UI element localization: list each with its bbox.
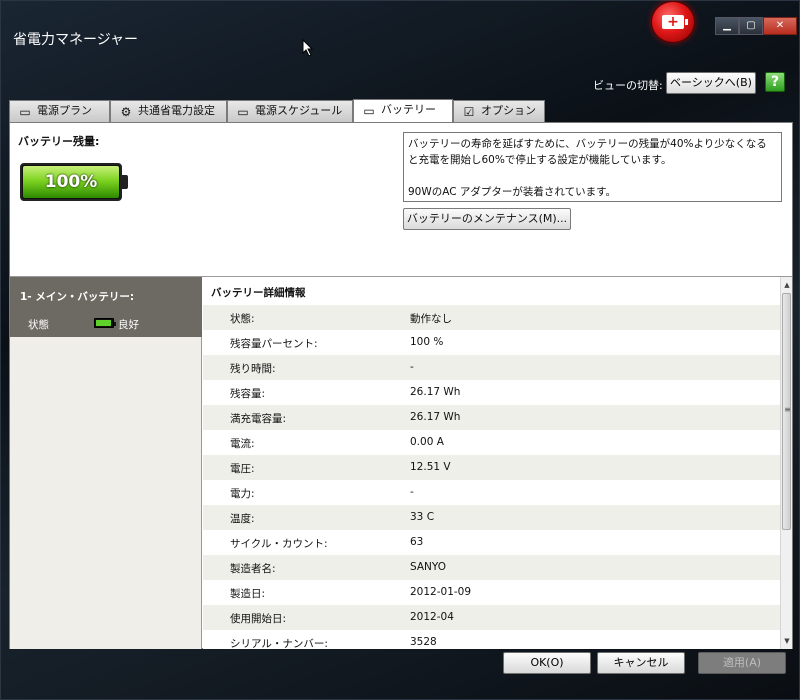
- details-row: 残容量パーセント: 100 %: [203, 330, 780, 355]
- mouse-cursor-icon: [302, 39, 314, 57]
- tab-battery[interactable]: ▭ バッテリー: [353, 99, 453, 122]
- power-plan-icon: ▭: [19, 105, 31, 119]
- battery-maintenance-button[interactable]: バッテリーのメンテナンス(M)...: [403, 208, 571, 230]
- details-row-key: 状態:: [230, 313, 255, 325]
- status-value: 良好: [118, 319, 139, 331]
- tab-power-plan[interactable]: ▭ 電源プラン: [9, 100, 110, 122]
- details-row-key: 電力:: [230, 488, 255, 500]
- battery-list-sidebar: 1- メイン・バッテリー: 状態 良好: [10, 277, 202, 649]
- details-row-value: SANYO: [410, 561, 447, 573]
- details-row: 電力: -: [203, 480, 780, 505]
- tab-label: オプション: [481, 104, 536, 117]
- details-row-key: 満充電容量:: [230, 413, 287, 425]
- checkbox-icon: ☑: [463, 105, 475, 119]
- battery-status-icon: [94, 318, 116, 328]
- details-row: 満充電容量: 26.17 Wh: [203, 405, 780, 430]
- details-row-value: 動作なし: [410, 313, 452, 325]
- details-row: シリアル・ナンバー: 3528: [203, 630, 780, 649]
- tab-label: 電源プラン: [37, 104, 92, 117]
- details-row: 使用開始日: 2012-04: [203, 605, 780, 630]
- battery-details-area: 1- メイン・バッテリー: 状態 良好 バッテリー詳細情報 状態: 動作なし残容量…: [10, 276, 792, 649]
- details-row-key: サイクル・カウント:: [230, 538, 328, 550]
- details-scrollbar[interactable]: ▲ ≡ ▼: [780, 277, 792, 649]
- battery-level-indicator: 100%: [20, 163, 128, 201]
- details-row-value: 100 %: [410, 336, 444, 348]
- gear-icon: ⚙: [120, 105, 132, 119]
- tab-label: 共通省電力設定: [138, 104, 215, 117]
- tab-options[interactable]: ☑ オプション: [453, 100, 545, 122]
- details-row-key: 残り時間:: [230, 363, 276, 375]
- details-row: 残り時間: -: [203, 355, 780, 380]
- details-row-value: 33 C: [410, 511, 435, 523]
- view-switch-label: ビューの切替:: [593, 79, 663, 92]
- details-row-value: 3528: [410, 636, 437, 648]
- window-title: 省電力マネージャー: [13, 32, 139, 48]
- details-row: サイクル・カウント: 63: [203, 530, 780, 555]
- details-row-key: 残容量:: [230, 388, 266, 400]
- ok-button[interactable]: OK(O): [503, 652, 591, 674]
- maximize-button[interactable]: ▢: [739, 17, 763, 35]
- scroll-thumb[interactable]: ≡: [782, 293, 791, 530]
- info-line: と充電を開始し60%で停止する設定が機能しています。: [408, 154, 672, 166]
- details-row-value: 26.17 Wh: [410, 386, 461, 398]
- tab-label: 電源スケジュール: [255, 104, 343, 117]
- details-row-value: 0.00 A: [410, 436, 444, 448]
- details-row: 製造日: 2012-01-09: [203, 580, 780, 605]
- tab-common-power-settings[interactable]: ⚙ 共通省電力設定: [110, 100, 227, 122]
- details-row-value: 12.51 V: [410, 461, 451, 473]
- cancel-button[interactable]: キャンセル: [597, 652, 685, 674]
- details-row-key: 残容量パーセント:: [230, 338, 318, 350]
- details-row-key: 電流:: [230, 438, 255, 450]
- scroll-up-icon[interactable]: ▲: [781, 279, 793, 291]
- info-line: 90WのAC アダプターが装着されています。: [408, 186, 617, 198]
- battery-remaining-label: バッテリー残量:: [18, 135, 100, 148]
- battery-icon: ▭: [363, 104, 375, 118]
- close-button[interactable]: ✕: [763, 17, 797, 35]
- details-row: 温度: 33 C: [203, 505, 780, 530]
- details-row-key: 使用開始日:: [230, 613, 287, 625]
- details-row: 状態: 動作なし: [203, 305, 780, 330]
- details-row-value: -: [410, 361, 414, 373]
- basic-view-button[interactable]: ベーシックへ(B): [666, 72, 756, 94]
- apply-button[interactable]: 適用(A): [698, 652, 786, 674]
- app-window: 省電力マネージャー + ▁ ▢ ✕ ビューの切替: ベーシックへ(B) ? ▭ 電…: [0, 0, 800, 700]
- details-row-value: 63: [410, 536, 424, 548]
- status-label: 状態: [28, 319, 49, 331]
- details-row-key: 温度:: [230, 513, 255, 525]
- details-row-key: 電圧:: [230, 463, 255, 475]
- details-row-key: 製造者名:: [230, 563, 276, 575]
- details-row-value: 2012-01-09: [410, 586, 472, 598]
- details-row-value: -: [410, 486, 414, 498]
- details-row: 電圧: 12.51 V: [203, 455, 780, 480]
- details-title: バッテリー詳細情報: [211, 287, 306, 299]
- details-row-key: 製造日:: [230, 588, 266, 600]
- main-battery-title: 1- メイン・バッテリー:: [20, 291, 135, 303]
- scroll-down-icon[interactable]: ▼: [781, 635, 793, 647]
- details-rows: 状態: 動作なし 残容量パーセント: 100 % 残り時間: - 残容量: 26.17 Wh 満…: [203, 305, 780, 649]
- details-row: 電流: 0.00 A: [203, 430, 780, 455]
- battery-percent-text: 100%: [44, 172, 98, 192]
- help-icon[interactable]: ?: [765, 72, 785, 92]
- battery-panel: バッテリー残量: 100% バッテリーの寿命を延ばすために、バッテリーの残量が4…: [9, 122, 793, 649]
- details-row: 製造者名: SANYO: [203, 555, 780, 580]
- tab-label: バッテリー: [381, 103, 436, 116]
- info-line: バッテリーの寿命を延ばすために、バッテリーの残量が40%より少なくなる: [408, 138, 767, 150]
- details-row-key: シリアル・ナンバー:: [230, 638, 328, 649]
- battery-info-box: バッテリーの寿命を延ばすために、バッテリーの残量が40%より少なくなる と充電を…: [403, 132, 782, 202]
- battery-app-logo-icon: +: [651, 1, 695, 43]
- minimize-button[interactable]: ▁: [715, 17, 739, 35]
- details-row-value: 2012-04: [410, 611, 454, 623]
- main-battery-item[interactable]: 1- メイン・バッテリー: 状態 良好: [10, 277, 202, 337]
- battery-details: バッテリー詳細情報 状態: 動作なし残容量パーセント: 100 % 残り時間: - 残容量…: [203, 277, 780, 649]
- details-row-value: 26.17 Wh: [410, 411, 461, 423]
- tab-power-schedule[interactable]: ▭ 電源スケジュール: [227, 100, 353, 122]
- details-row: 残容量: 26.17 Wh: [203, 380, 780, 405]
- schedule-icon: ▭: [237, 105, 249, 119]
